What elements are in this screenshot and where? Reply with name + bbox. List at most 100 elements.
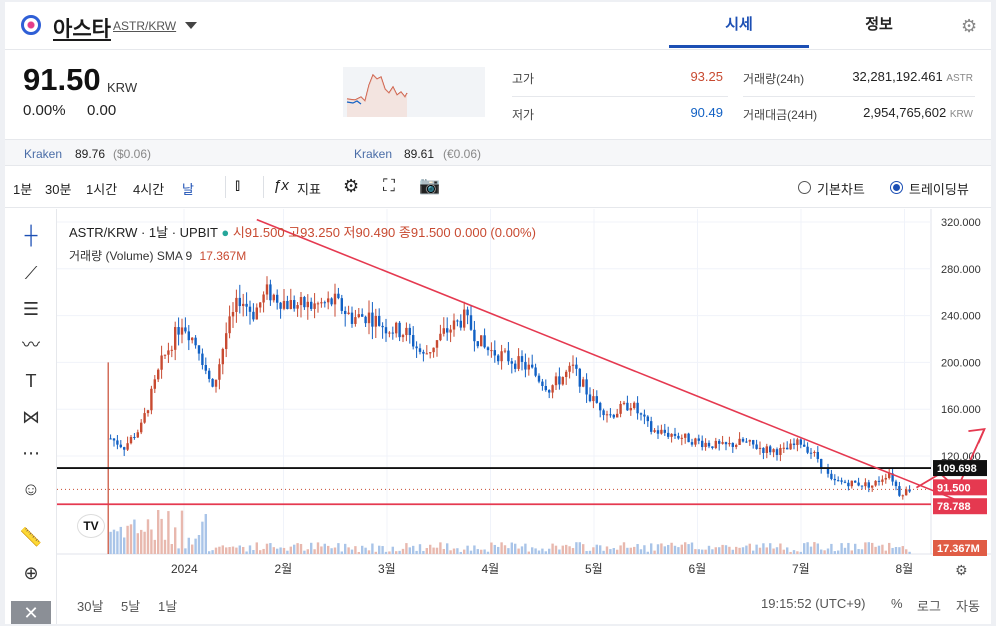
pattern-icon[interactable]: 〰 [19, 333, 43, 357]
candle-body [456, 320, 459, 322]
settings-icon[interactable]: ⚙ [343, 176, 359, 197]
exchange-name[interactable]: Kraken [354, 147, 392, 161]
volume-bar [262, 548, 265, 554]
candle-body [632, 402, 636, 409]
candle-body [520, 356, 524, 362]
candle-body [112, 438, 116, 441]
text-icon[interactable]: T [19, 369, 43, 393]
volume-bar [653, 550, 656, 554]
volume-bar [483, 549, 486, 554]
zoom-icon[interactable]: ⊕ [19, 561, 43, 585]
candle-type-icon[interactable]: ⫾ [235, 177, 240, 195]
clock[interactable]: 19:15:52 (UTC+9) [761, 596, 865, 611]
candle-body [262, 294, 265, 303]
camera-icon[interactable]: 📷 [419, 176, 440, 196]
candle-body [354, 317, 357, 324]
gear-icon[interactable]: ⚙ [961, 16, 977, 37]
volume-bar [677, 547, 680, 554]
chart-canvas[interactable]: 320.000280.000240.000200.000160.000120.0… [57, 209, 991, 584]
coin-name[interactable]: 아스타 [53, 13, 111, 43]
candle-body [398, 322, 401, 338]
percent-toggle[interactable]: % [891, 596, 903, 611]
candle-body [184, 327, 187, 332]
candle-body [541, 381, 544, 386]
auto-toggle[interactable]: 자동 [956, 596, 980, 615]
candle-body [568, 365, 571, 372]
volume-bar [850, 550, 853, 554]
fullscreen-icon[interactable]: ⛶ [383, 176, 395, 196]
range-5d[interactable]: 5날 [121, 596, 140, 615]
volume-bar [785, 547, 789, 554]
measure-lines-icon[interactable]: ⋯ [19, 441, 43, 465]
tab-quote[interactable]: 시세 [669, 2, 809, 48]
candle-body [258, 302, 262, 308]
candle-body [765, 446, 768, 453]
volume-bar [119, 526, 122, 554]
volume-bar [258, 550, 262, 554]
sma-label: SMA 9 [156, 249, 193, 263]
fib-lines-icon[interactable]: ☰ [19, 297, 43, 321]
volume-bar [789, 551, 792, 554]
coin-pair[interactable]: ASTR/KRW [113, 19, 176, 33]
trendline-icon[interactable]: ⟋ [19, 261, 43, 285]
crosshair-icon[interactable]: ┼ [19, 223, 43, 247]
volume-bar [728, 546, 731, 554]
volume-bar [867, 542, 870, 554]
volume-bar [184, 548, 187, 554]
volume-bar [666, 544, 670, 554]
price-chart[interactable]: 320.000 280.000 240.000 200.000 160.000 120.0… [57, 209, 991, 624]
candle-body [697, 438, 700, 441]
volume-bar [296, 543, 299, 554]
function-icon[interactable]: ƒx [273, 177, 289, 194]
candle-body [432, 347, 435, 353]
amount-value: 2,954,765,602 KRW [863, 105, 973, 120]
log-toggle[interactable]: 로그 [917, 596, 941, 615]
candle-body [180, 327, 184, 335]
interval-30m[interactable]: 30분 [45, 179, 71, 198]
indicator-button[interactable]: 지표 [297, 179, 321, 198]
ruler-icon[interactable]: 📏 [19, 525, 43, 549]
candle-body [850, 480, 853, 487]
volume-bar [224, 547, 228, 554]
volume-bar [289, 546, 292, 554]
interval-4h[interactable]: 4시간 [133, 179, 164, 198]
volume-bar [772, 548, 775, 554]
emoji-icon[interactable]: ☺ [19, 477, 43, 501]
radio-basic-chart[interactable] [798, 181, 811, 194]
candle-body [194, 337, 197, 346]
volume-bar [367, 550, 371, 554]
volume-bar [204, 514, 207, 554]
candle-body [615, 413, 619, 418]
basic-chart-label[interactable]: 기본차트 [817, 179, 865, 198]
candle-body [418, 348, 422, 352]
interval-1h[interactable]: 1시간 [86, 179, 117, 198]
volume-label: 거래량 (Volume) [69, 249, 154, 263]
range-30d[interactable]: 30날 [77, 596, 103, 615]
node-pattern-icon[interactable]: ⋈ [19, 405, 43, 429]
chevron-down-icon[interactable] [185, 22, 197, 29]
interval-day[interactable]: 날 [182, 179, 194, 198]
tab-info[interactable]: 정보 [809, 2, 949, 48]
price-unit: KRW [107, 80, 138, 95]
volume-bar [116, 531, 119, 554]
exchange-name[interactable]: Kraken [24, 147, 62, 161]
candle-body [544, 385, 547, 391]
candle-body [772, 449, 775, 453]
candle-body [279, 302, 282, 309]
volume-bar [806, 542, 809, 554]
interval-1m[interactable]: 1분 [13, 179, 32, 198]
candle-body [602, 410, 605, 416]
tradingview-label[interactable]: 트레이딩뷰 [909, 179, 969, 198]
divider [225, 176, 226, 198]
volume-bar [527, 551, 530, 554]
volume-bar [877, 545, 881, 554]
close-icon[interactable]: ✕ [11, 601, 51, 624]
volume-bar [707, 545, 711, 554]
radio-tradingview[interactable] [890, 181, 903, 194]
legend-low: 90.490 [355, 225, 396, 240]
candle-body [394, 322, 398, 334]
range-1d[interactable]: 1날 [158, 596, 177, 615]
legend-symbol: ASTR/KRW · 1날 · UPBIT [69, 225, 218, 240]
candle-body [384, 327, 388, 334]
candle-body [401, 335, 405, 338]
